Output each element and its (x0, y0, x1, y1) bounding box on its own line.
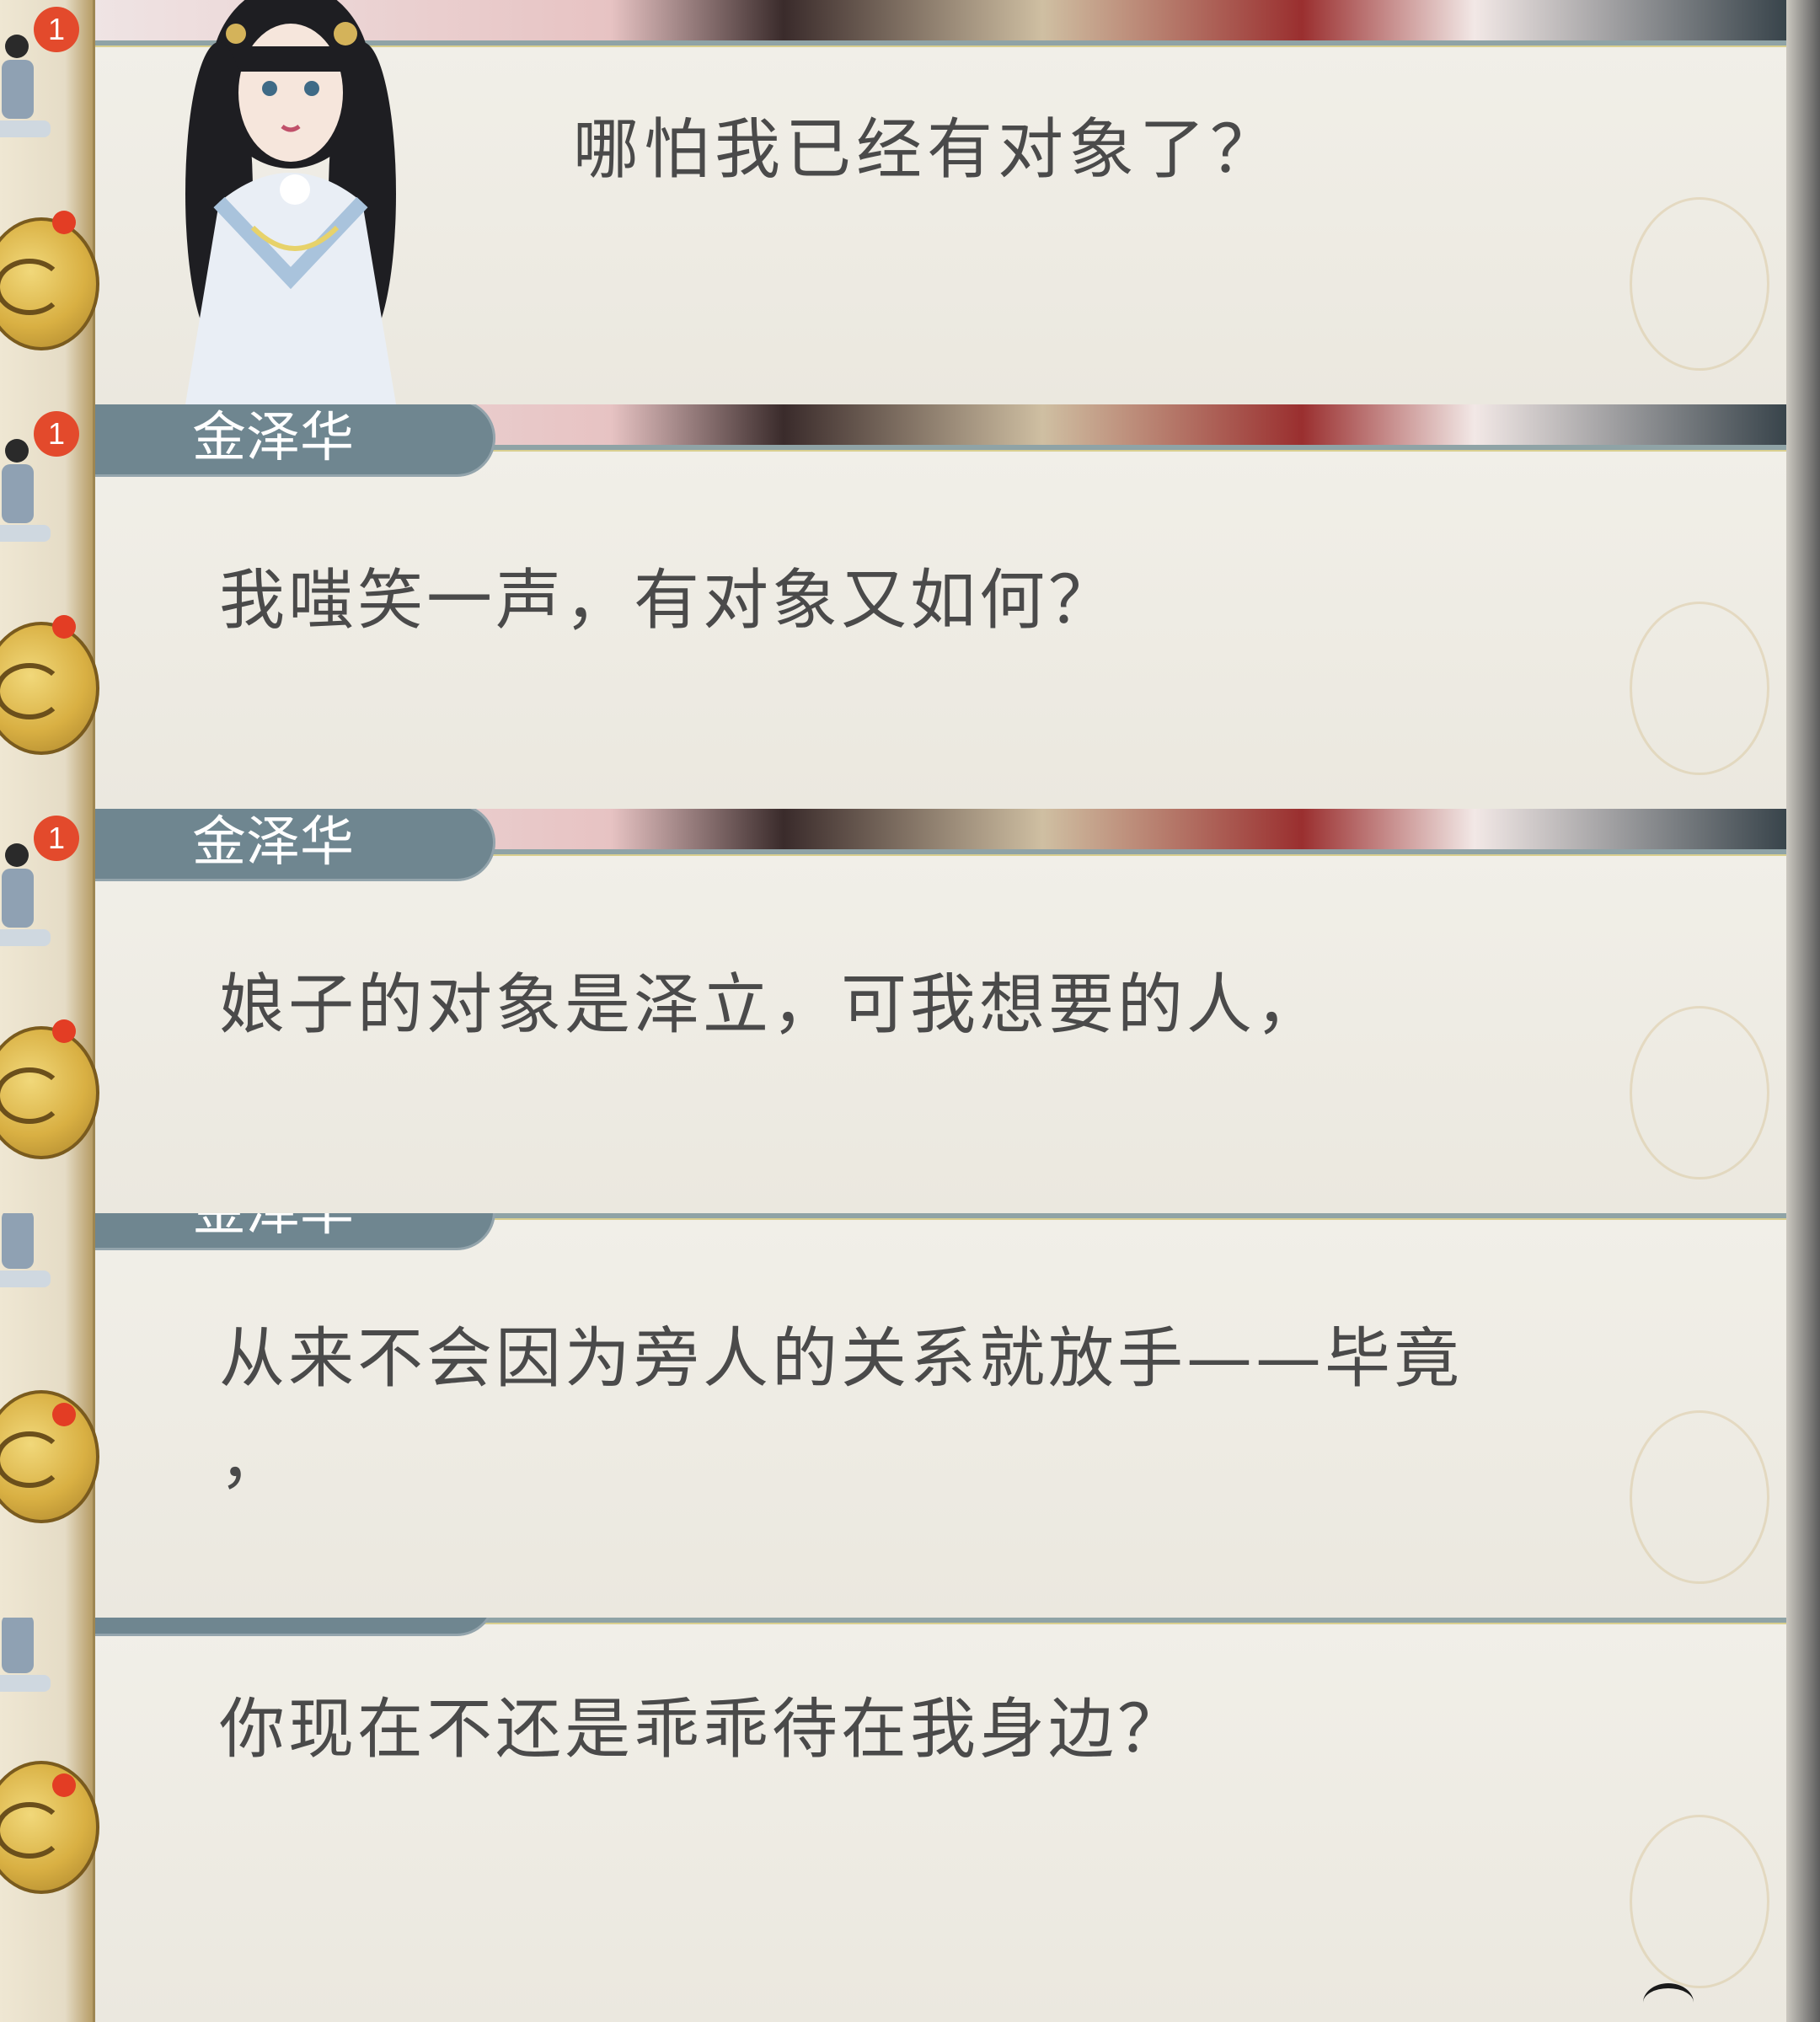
left-avatar-strip: 1 (0, 809, 99, 1213)
right-edge-shadow (1786, 1618, 1820, 2022)
notification-badge: 1 (34, 411, 79, 457)
avatar-figure-icon[interactable] (0, 1618, 57, 1710)
dialogue-panel-5[interactable]: 你现在不还是乖乖待在我身边？ (0, 1618, 1820, 2022)
dialogue-panel-1[interactable]: 1 哪怕我已经有对象了？ (0, 0, 1820, 404)
dialogue-panel-4[interactable]: 金泽华 从来不会因为旁人的关系就放手——毕竟 ， (0, 1213, 1820, 1618)
dialogue-text: 你现在不还是乖乖待在我身边？ (219, 1692, 1187, 1768)
decorative-swirl (1630, 602, 1769, 775)
audio-coin-icon[interactable] (0, 1390, 99, 1523)
avatar-figure-icon[interactable] (0, 1213, 57, 1306)
left-avatar-strip: 1 (0, 404, 99, 809)
red-dot-indicator (52, 615, 76, 639)
left-avatar-strip (0, 1213, 99, 1618)
speaker-nameplate: 金泽华 (91, 809, 495, 881)
audio-coin-icon[interactable] (0, 1761, 99, 1894)
left-avatar-strip (0, 1618, 99, 2022)
red-dot-indicator (52, 1403, 76, 1426)
red-dot-indicator (52, 1773, 76, 1797)
right-edge-shadow (1786, 0, 1820, 404)
decorative-swirl (1630, 197, 1769, 371)
continue-arrow-icon[interactable] (1643, 1983, 1694, 2022)
female-character-portrait (185, 0, 396, 404)
speaker-nameplate: 金泽华 (91, 404, 495, 477)
dialogue-text: 哪怕我已经有对象了？ (573, 112, 1282, 188)
decorative-swirl (1630, 1410, 1769, 1584)
audio-coin-icon[interactable] (0, 217, 99, 350)
left-avatar-strip: 1 (0, 0, 99, 404)
notification-badge: 1 (34, 7, 79, 52)
dialogue-text: 从来不会因为旁人的关系就放手——毕竟 (219, 1321, 1464, 1397)
dialogue-paper (93, 1213, 1786, 1618)
dialogue-panel-2[interactable]: 金泽华 1 我嗤笑一声，有对象又如何？ (0, 404, 1820, 809)
right-edge-shadow (1786, 1213, 1820, 1618)
audio-coin-icon[interactable] (0, 1026, 99, 1159)
audio-coin-icon[interactable] (0, 622, 99, 755)
right-edge-shadow (1786, 404, 1820, 809)
notification-badge: 1 (34, 816, 79, 861)
dialogue-text-line-2: ， (219, 1422, 289, 1498)
dialogue-text: 我嗤笑一声，有对象又如何？ (219, 563, 1118, 639)
dialogue-panel-3[interactable]: 金泽华 1 娘子的对象是泽立，可我想要的人， (0, 809, 1820, 1213)
decorative-swirl (1630, 1006, 1769, 1180)
red-dot-indicator (52, 211, 76, 234)
dialogue-text: 娘子的对象是泽立，可我想要的人， (219, 967, 1325, 1043)
right-edge-shadow (1786, 809, 1820, 1213)
speaker-nameplate: 金泽华 (91, 1213, 495, 1250)
speaker-nameplate (91, 1618, 495, 1636)
decorative-swirl (1630, 1815, 1769, 1988)
red-dot-indicator (52, 1019, 76, 1043)
